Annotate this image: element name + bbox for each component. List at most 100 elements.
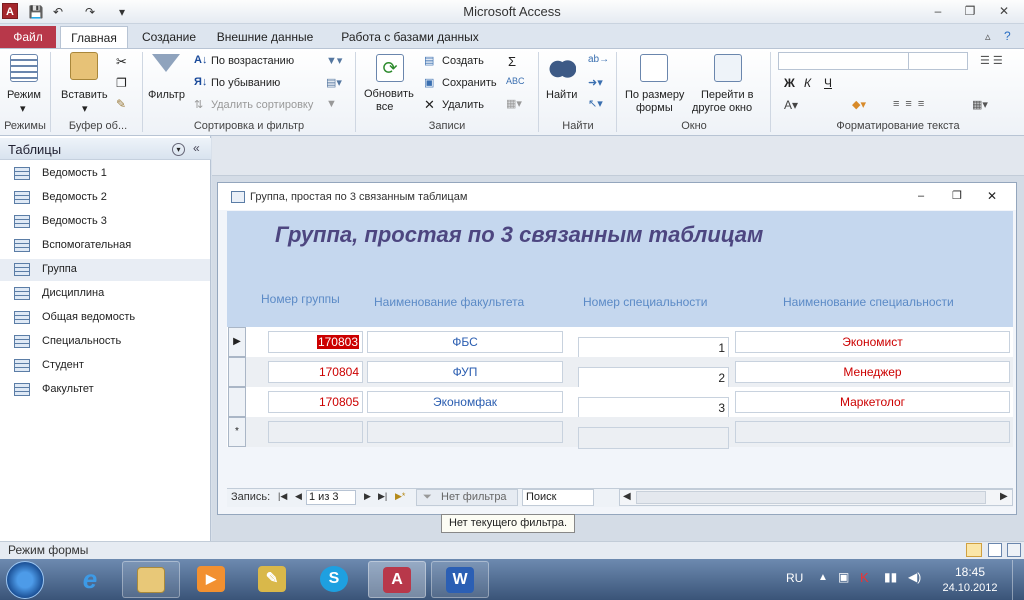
taskbar-access[interactable]: A [368,561,426,598]
binoculars-icon[interactable] [548,55,576,83]
taskbar-skype[interactable]: S [306,561,364,598]
new-record-nav-icon[interactable]: ▶* [395,491,405,502]
nav-item[interactable]: Студент [0,355,210,377]
last-record-icon[interactable]: ▶| [378,491,387,502]
first-record-icon[interactable]: |◀ [278,491,287,502]
group-number-field[interactable] [268,421,363,443]
save-record-button[interactable]: Сохранить [442,77,497,89]
selection-filter-icon[interactable]: ▼▾ [326,54,342,67]
prev-record-icon[interactable]: ◀ [295,491,302,502]
nav-menu-icon[interactable]: ▾ [172,143,185,156]
nav-item[interactable]: Специальность [0,331,210,353]
nav-item[interactable]: Ведомость 2 [0,187,210,209]
spec-name-field[interactable]: Экономист [735,331,1010,353]
underline-button[interactable]: Ч [824,76,832,90]
copy-icon[interactable]: ❐ [116,76,127,90]
font-color-icon[interactable]: A▾ [784,98,798,112]
nav-item[interactable]: Общая ведомость [0,307,210,329]
sort-ascending-icon[interactable]: A↓ [194,54,207,66]
record-position-input[interactable]: 1 из 3 [306,490,356,505]
font-size-dropdown[interactable] [908,52,968,70]
form-minimize-icon[interactable]: – [918,190,924,202]
volume-icon[interactable]: ◀) [908,570,921,584]
nav-item[interactable]: Вспомогательная [0,235,210,257]
chevron-down-icon[interactable]: ▾ [20,102,26,115]
spec-name-field[interactable] [735,421,1010,443]
record-selector[interactable] [228,357,246,387]
spec-number-field[interactable]: 3 [578,397,729,419]
view-button[interactable]: Режим [7,89,41,101]
spelling-icon[interactable]: ABC [506,76,525,86]
layout-view-icon[interactable] [988,543,1002,557]
form-restore-icon[interactable]: ❐ [952,189,962,202]
sort-descending-button[interactable]: По убыванию [211,77,280,89]
scrollbar-thumb[interactable] [636,491,986,504]
select-icon[interactable]: ↖▾ [588,97,603,110]
tray-antivirus-icon[interactable]: K [860,570,869,585]
faculty-name-field[interactable]: Экономфак [367,391,563,413]
minimize-icon[interactable]: – [924,2,952,20]
taskbar-paint[interactable]: ✎ [244,561,302,598]
nav-item[interactable]: Ведомость 3 [0,211,210,233]
record-selector[interactable]: ▶ [228,327,246,357]
totals-icon[interactable]: Σ [508,54,516,69]
nav-item[interactable]: Дисциплина [0,283,210,305]
paste-button[interactable]: Вставить [61,89,108,101]
tab-home[interactable]: Главная [60,26,128,48]
more-icon[interactable]: ▦▾ [506,97,522,110]
switch-windows-label-2[interactable]: другое окно [692,102,752,114]
design-view-icon[interactable] [1007,543,1021,557]
size-to-fit-label-2[interactable]: формы [636,102,673,114]
spec-number-field[interactable]: 1 [578,337,729,359]
new-record-button[interactable]: Создать [442,55,484,67]
group-number-field[interactable]: 170804 [268,361,363,383]
nav-item[interactable]: Факультет [0,379,210,401]
replace-icon[interactable]: ab→ [588,54,609,65]
tab-file[interactable]: Файл [0,26,56,48]
find-button[interactable]: Найти [546,89,577,101]
group-number-field[interactable]: 170803 [268,331,363,353]
record-selector[interactable]: * [228,417,246,447]
advanced-filter-icon[interactable]: ▤▾ [326,76,342,89]
tray-app-icon[interactable]: ▣ [838,570,849,584]
list-icon[interactable]: ☰ ☰ [980,54,1003,67]
collapse-pane-icon[interactable]: « [193,141,200,155]
size-to-fit-icon[interactable] [640,54,668,82]
clock-time[interactable]: 18:45 [940,565,1000,579]
filter-button[interactable]: Фильтр [148,89,185,101]
switch-windows-label-1[interactable]: Перейти в [701,89,754,101]
taskbar-media[interactable]: ▶ [183,561,241,598]
refresh-all-icon[interactable]: ⟳ [376,54,404,82]
spec-name-field[interactable]: Менеджер [735,361,1010,383]
view-icon[interactable] [10,54,38,82]
sort-ascending-button[interactable]: По возрастанию [211,55,294,67]
spec-number-field[interactable]: 2 [578,367,729,389]
faculty-name-field[interactable]: ФБС [367,331,563,353]
form-view-icon[interactable] [966,543,982,557]
faculty-name-field[interactable] [367,421,563,443]
filter-icon[interactable] [152,54,180,72]
ribbon-minimize-icon[interactable]: ▵ [985,30,991,43]
clock-date[interactable]: 24.10.2012 [930,582,1010,594]
chevron-down-icon[interactable]: ▾ [82,102,88,115]
italic-button[interactable]: К [804,76,811,90]
align-icons[interactable]: ≡≡≡ [893,98,930,110]
size-to-fit-label-1[interactable]: По размеру [625,89,684,101]
next-record-icon[interactable]: ▶ [364,491,371,502]
tab-create[interactable]: Создание [136,26,202,48]
show-desktop-button[interactable] [1012,560,1024,600]
taskbar-explorer[interactable] [122,561,180,598]
delete-icon[interactable]: ✕ [424,97,435,113]
fill-color-icon[interactable]: ◆▾ [852,98,866,111]
bold-button[interactable]: Ж [784,76,795,90]
start-button[interactable] [6,561,44,599]
format-painter-icon[interactable]: ✎ [116,97,126,111]
gridlines-icon[interactable]: ▦▾ [972,98,988,111]
group-number-field[interactable]: 170805 [268,391,363,413]
taskbar-ie[interactable]: e [62,561,120,598]
taskbar-word[interactable]: W [431,561,489,598]
delete-record-button[interactable]: Удалить [442,99,484,111]
new-record-icon[interactable]: ▤ [424,54,434,67]
nav-title[interactable]: Таблицы [8,142,61,157]
goto-icon[interactable]: ➜▾ [588,76,603,89]
